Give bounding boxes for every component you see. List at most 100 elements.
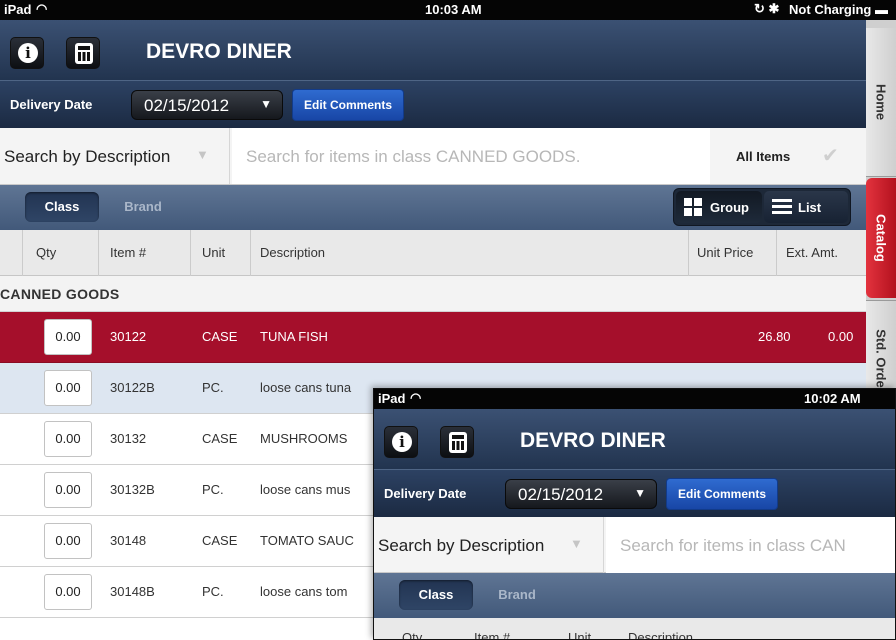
overlay-delivery-date-picker[interactable]: 02/15/2012 ▼ bbox=[505, 479, 657, 509]
overlay-carrier-label: iPad bbox=[378, 391, 406, 406]
tab-class[interactable]: Class bbox=[25, 192, 99, 222]
column-unit-price[interactable]: Unit Price bbox=[697, 245, 753, 260]
overlay-search-by-label: Search by Description bbox=[378, 536, 545, 555]
column-unit[interactable]: Unit bbox=[202, 245, 225, 260]
search-placeholder: Search for items in class CANNED GOODS. bbox=[246, 147, 581, 166]
group-title: CANNED GOODS bbox=[0, 286, 120, 302]
overlay-search-row: Search by Description ▼ Search for items… bbox=[374, 517, 895, 573]
item-number: 30148B bbox=[110, 584, 155, 599]
info-button[interactable]: i bbox=[10, 37, 44, 69]
column-ext-amt[interactable]: Ext. Amt. bbox=[786, 245, 838, 260]
list-icon bbox=[772, 199, 792, 215]
item-description: loose cans tom bbox=[260, 584, 348, 599]
overlay-column-item: Item # bbox=[474, 630, 511, 640]
column-qty[interactable]: Qty bbox=[36, 245, 56, 260]
list-label: List bbox=[798, 200, 822, 215]
overlay-delivery-bar: Delivery Date 02/15/2012 ▼ Edit Comments bbox=[374, 469, 895, 517]
item-ext-amt: 0.00 bbox=[828, 329, 854, 344]
qty-input[interactable]: 0.00 bbox=[44, 421, 92, 457]
calculator-button[interactable] bbox=[66, 37, 100, 69]
item-unit: PC. bbox=[202, 380, 224, 395]
status-time: 10:03 AM bbox=[425, 2, 482, 17]
chevron-down-icon: ▼ bbox=[196, 147, 209, 162]
overlay-search-input[interactable]: Search for items in class CAN bbox=[606, 517, 895, 573]
search-row: Search by Description ▼ Search for items… bbox=[0, 128, 866, 185]
group-header: CANNED GOODS bbox=[0, 276, 866, 312]
item-unit-price: 26.80 bbox=[758, 329, 791, 344]
table-header: Qty Item # Unit Description Unit Price E… bbox=[0, 230, 866, 276]
item-description: TUNA FISH bbox=[260, 329, 328, 344]
group-label: Group bbox=[710, 200, 749, 215]
ipad-screen: iPad ◠ 10:03 AM ↻ ✱ Not Charging ▬ i DEV… bbox=[0, 0, 896, 640]
delivery-date-picker[interactable]: 02/15/2012 ▼ bbox=[131, 90, 283, 120]
item-number: 30132B bbox=[110, 482, 155, 497]
item-number: 30148 bbox=[110, 533, 147, 548]
overlay-delivery-date-label: Delivery Date bbox=[384, 486, 467, 501]
tab-home[interactable]: Home bbox=[866, 28, 896, 177]
rotation-lock-icon: ↻ ✱ bbox=[754, 1, 780, 16]
edit-comments-button[interactable]: Edit Comments bbox=[292, 89, 404, 121]
overlay-column-qty: Qty bbox=[402, 630, 423, 640]
calculator-icon bbox=[449, 432, 467, 453]
item-number: 30122 bbox=[110, 329, 147, 344]
tab-home-label: Home bbox=[873, 83, 889, 121]
all-items-label: All Items bbox=[736, 149, 791, 164]
tab-catalog-label: Catalog bbox=[873, 214, 889, 262]
carrier-label: iPad bbox=[4, 2, 32, 17]
list-view-button[interactable]: List bbox=[764, 191, 848, 223]
overlay-filter-bar: Class Brand bbox=[374, 573, 895, 618]
search-input[interactable]: Search for items in class CANNED GOODS. bbox=[232, 128, 710, 184]
overlay-search-placeholder: Search for items in class CAN bbox=[620, 536, 846, 555]
table-row[interactable]: 0.00 30122 CASE TUNA FISH 26.80 0.00 bbox=[0, 312, 866, 363]
overlay-page-title: DEVRO DINER bbox=[520, 429, 666, 452]
column-description[interactable]: Description bbox=[260, 245, 325, 260]
overlay-info-button[interactable]: i bbox=[384, 426, 418, 458]
info-icon: i bbox=[18, 43, 38, 63]
overlay-column-description: Description bbox=[628, 630, 694, 640]
status-bar: iPad ◠ 10:03 AM ↻ ✱ Not Charging ▬ bbox=[0, 0, 896, 20]
view-toggle: Group List bbox=[673, 188, 851, 226]
chevron-down-icon: ▼ bbox=[634, 486, 646, 500]
overlay-status-bar: iPad ◠ 10:02 AM bbox=[374, 389, 895, 409]
overlay-search-by-selector[interactable]: Search by Description ▼ bbox=[374, 517, 604, 573]
qty-input[interactable]: 0.00 bbox=[44, 523, 92, 559]
item-unit: PC. bbox=[202, 584, 224, 599]
tab-catalog[interactable]: Catalog bbox=[866, 178, 896, 298]
tab-std-order-label: Std. Order bbox=[873, 329, 889, 393]
overlay-title-bar: i DEVRO DINER bbox=[374, 409, 895, 469]
item-unit: CASE bbox=[202, 431, 238, 446]
delivery-date-label: Delivery Date bbox=[10, 97, 93, 112]
grid-icon bbox=[684, 198, 702, 216]
qty-input[interactable]: 0.00 bbox=[44, 574, 92, 610]
filter-bar: Class Brand Group List bbox=[0, 185, 866, 230]
overlay-tab-class[interactable]: Class bbox=[399, 580, 473, 610]
chevron-down-icon: ▼ bbox=[260, 97, 272, 111]
item-number: 30122B bbox=[110, 380, 155, 395]
battery-label: Not Charging bbox=[789, 2, 872, 17]
overlay-calculator-button[interactable] bbox=[440, 426, 474, 458]
tab-brand[interactable]: Brand bbox=[108, 192, 178, 222]
column-item[interactable]: Item # bbox=[110, 245, 146, 260]
battery-status: Not Charging ▬ bbox=[789, 2, 888, 17]
page-title: DEVRO DINER bbox=[146, 40, 292, 63]
item-description: loose cans tuna bbox=[260, 380, 352, 395]
search-by-label: Search by Description bbox=[4, 147, 171, 166]
search-by-selector[interactable]: Search by Description ▼ bbox=[0, 128, 230, 184]
item-description: TOMATO SAUC bbox=[260, 533, 354, 548]
checkmark-icon[interactable]: ✔ bbox=[822, 143, 839, 168]
group-view-button[interactable]: Group bbox=[676, 191, 762, 223]
qty-input[interactable]: 0.00 bbox=[44, 319, 92, 355]
overlay-edit-comments-button[interactable]: Edit Comments bbox=[666, 478, 778, 510]
item-unit: PC. bbox=[202, 482, 224, 497]
delivery-date-value: 02/15/2012 bbox=[144, 96, 230, 115]
qty-input[interactable]: 0.00 bbox=[44, 370, 92, 406]
wifi-icon: ◠ bbox=[410, 390, 422, 405]
overlay-table-header: Qty Item # Unit Description bbox=[374, 618, 895, 640]
info-icon: i bbox=[392, 432, 412, 452]
overlay-column-unit: Unit bbox=[568, 630, 592, 640]
delivery-bar: Delivery Date 02/15/2012 ▼ Edit Comments bbox=[0, 80, 866, 128]
calculator-icon bbox=[75, 43, 93, 64]
overlay-delivery-date-value: 02/15/2012 bbox=[518, 485, 604, 504]
overlay-tab-brand[interactable]: Brand bbox=[482, 580, 552, 610]
qty-input[interactable]: 0.00 bbox=[44, 472, 92, 508]
